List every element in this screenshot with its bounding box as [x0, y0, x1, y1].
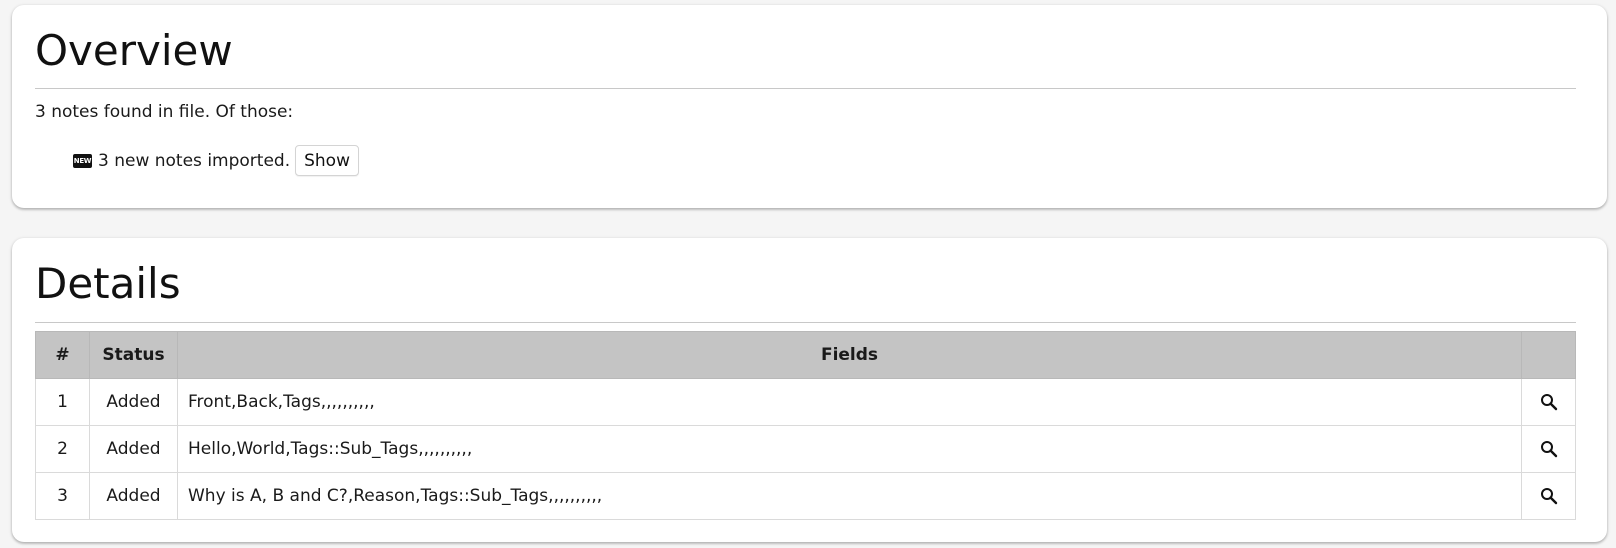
row-fields: Why is A, B and C?,Reason,Tags::Sub_Tags… [177, 472, 1522, 520]
show-button[interactable]: Show [295, 145, 359, 176]
details-divider [35, 322, 1576, 323]
overview-card: Overview 3 notes found in file. Of those… [12, 5, 1607, 208]
search-icon[interactable] [1535, 482, 1563, 510]
details-title: Details [35, 259, 181, 308]
import-result-line: NEW 3 new notes imported. Show [73, 145, 359, 176]
details-card: Details # Status Fields 1 Added Front,Ba… [12, 238, 1607, 542]
row-action-cell [1521, 378, 1576, 426]
table-row: 1 Added Front,Back,Tags,,,,,,,,,, [35, 378, 1576, 426]
row-fields: Front,Back,Tags,,,,,,,,,, [177, 378, 1522, 426]
row-number: 3 [35, 472, 90, 520]
new-badge-icon: NEW [73, 153, 92, 168]
row-action-cell [1521, 472, 1576, 520]
row-number: 1 [35, 378, 90, 426]
overview-summary: 3 notes found in file. Of those: [35, 102, 294, 122]
row-status: Added [89, 472, 178, 520]
search-icon[interactable] [1535, 388, 1563, 416]
row-action-cell [1521, 425, 1576, 473]
row-fields: Hello,World,Tags::Sub_Tags,,,,,,,,,, [177, 425, 1522, 473]
column-header-fields[interactable]: Fields [177, 331, 1522, 379]
row-status: Added [89, 378, 178, 426]
column-header-number[interactable]: # [35, 331, 90, 379]
row-number: 2 [35, 425, 90, 473]
column-header-status[interactable]: Status [89, 331, 178, 379]
overview-title: Overview [35, 26, 233, 75]
table-header-row: # Status Fields [35, 331, 1576, 379]
search-icon[interactable] [1535, 435, 1563, 463]
import-result-text: 3 new notes imported. [98, 150, 291, 171]
details-table: # Status Fields 1 Added Front,Back,Tags,… [35, 331, 1576, 520]
table-row: 3 Added Why is A, B and C?,Reason,Tags::… [35, 472, 1576, 520]
table-row: 2 Added Hello,World,Tags::Sub_Tags,,,,,,… [35, 425, 1576, 473]
column-header-actions [1521, 331, 1576, 379]
overview-divider [35, 88, 1576, 89]
row-status: Added [89, 425, 178, 473]
